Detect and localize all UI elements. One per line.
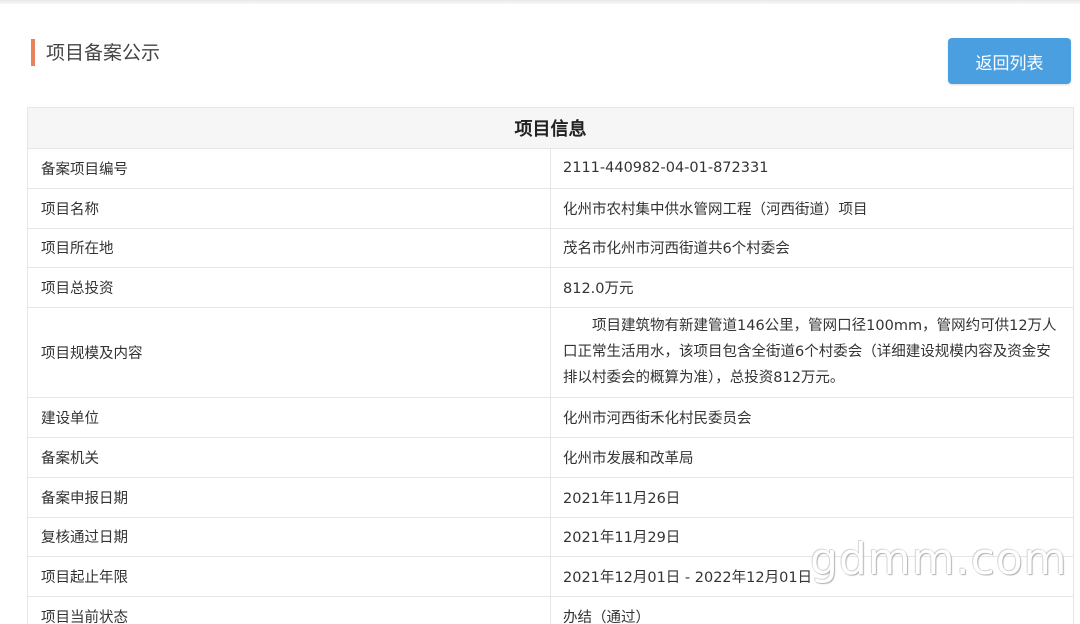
header-accent-bar xyxy=(31,39,35,66)
row-value-project-name: 化州市农村集中供水管网工程（河西街道）项目 xyxy=(550,187,1074,229)
table-row: 备案机关 化州市发展和改革局 xyxy=(27,436,1074,478)
table-row: 项目名称 化州市农村集中供水管网工程（河西街道）项目 xyxy=(27,187,1074,229)
row-label-project-period: 项目起止年限 xyxy=(27,556,551,598)
table-row: 备案项目编号 2111-440982-04-01-872331 xyxy=(27,148,1074,189)
row-label-filing-date: 备案申报日期 xyxy=(27,476,551,518)
table-row: 备案申报日期 2021年11月26日 xyxy=(27,476,1074,518)
row-label-filing-number: 备案项目编号 xyxy=(27,148,551,189)
page-title: 项目备案公示 xyxy=(46,42,161,64)
row-label-review-date: 复核通过日期 xyxy=(27,516,551,558)
table-title: 项目信息 xyxy=(27,107,1074,149)
row-label-filing-authority: 备案机关 xyxy=(27,436,551,478)
table-row: 项目当前状态 办结（通过） xyxy=(27,596,1074,624)
row-label-project-name: 项目名称 xyxy=(27,187,551,229)
table-row: 项目所在地 茂名市化州市河西街道共6个村委会 xyxy=(27,227,1074,269)
row-label-total-investment: 项目总投资 xyxy=(27,267,551,309)
row-value-construction-unit: 化州市河西街禾化村民委员会 xyxy=(550,397,1074,438)
row-value-location: 茂名市化州市河西街道共6个村委会 xyxy=(550,227,1074,269)
row-label-construction-unit: 建设单位 xyxy=(27,397,551,438)
site-watermark: gdmm.com xyxy=(810,534,1068,585)
row-value-filing-number: 2111-440982-04-01-872331 xyxy=(550,148,1074,189)
row-value-filing-date: 2021年11月26日 xyxy=(550,476,1074,518)
table-row: 建设单位 化州市河西街禾化村民委员会 xyxy=(27,397,1074,438)
row-value-current-status: 办结（通过） xyxy=(550,596,1074,624)
top-shadow-strip xyxy=(0,0,1080,4)
row-label-scale-content: 项目规模及内容 xyxy=(27,307,551,399)
row-label-current-status: 项目当前状态 xyxy=(27,596,551,624)
row-label-location: 项目所在地 xyxy=(27,227,551,269)
back-to-list-button[interactable]: 返回列表 xyxy=(948,38,1071,84)
row-value-total-investment: 812.0万元 xyxy=(550,267,1074,309)
row-value-filing-authority: 化州市发展和改革局 xyxy=(550,436,1074,478)
table-row: 项目总投资 812.0万元 xyxy=(27,267,1074,309)
table-row: 项目规模及内容 项目建筑物有新建管道146公里，管网口径100mm，管网约可供1… xyxy=(27,307,1074,399)
row-value-scale-content: 项目建筑物有新建管道146公里，管网口径100mm，管网约可供12万人口正常生活… xyxy=(550,307,1074,399)
